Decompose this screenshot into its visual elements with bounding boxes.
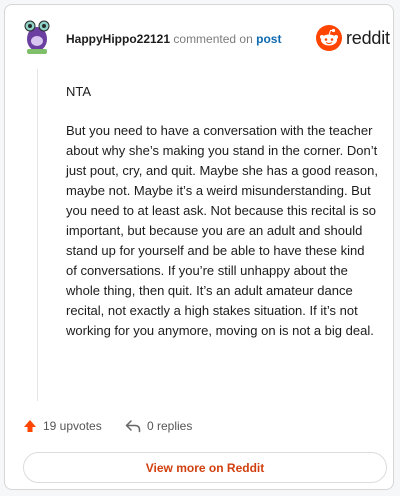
reddit-logo[interactable]: reddit bbox=[316, 25, 390, 51]
username-link[interactable]: HappyHippo22121 bbox=[66, 32, 170, 46]
comment-card: HappyHippo22121 commented on post reddit… bbox=[4, 4, 394, 490]
avatar[interactable] bbox=[23, 17, 51, 55]
reddit-icon bbox=[316, 25, 342, 51]
comment-header: HappyHippo22121 commented on post bbox=[66, 32, 281, 46]
upvote-button[interactable]: 19 upvotes bbox=[23, 419, 102, 433]
reply-count: 0 replies bbox=[147, 419, 193, 433]
post-link[interactable]: post bbox=[256, 32, 281, 46]
comment-paragraph: But you need to have a conversation with… bbox=[66, 123, 378, 338]
reply-button[interactable]: 0 replies bbox=[125, 419, 192, 433]
comment-body: NTA But you need to have a conversation … bbox=[66, 82, 378, 360]
view-more-button[interactable]: View more on Reddit bbox=[23, 452, 387, 483]
comment-paragraph: NTA bbox=[66, 84, 92, 99]
reply-arrow-icon bbox=[125, 420, 141, 433]
commented-on-text: commented on bbox=[173, 32, 253, 46]
upvote-arrow-icon bbox=[24, 420, 36, 432]
thread-line[interactable] bbox=[37, 69, 38, 401]
reddit-wordmark: reddit bbox=[346, 27, 390, 48]
upvote-count: 19 upvotes bbox=[43, 419, 102, 433]
